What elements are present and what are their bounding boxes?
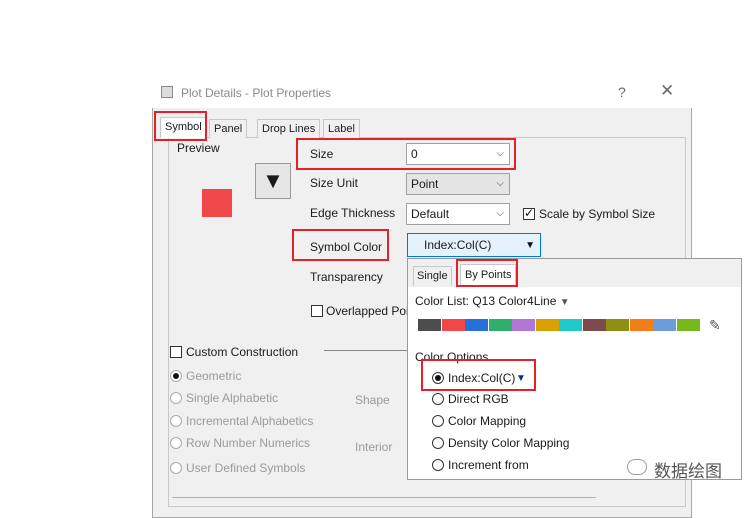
interior-label: Interior — [355, 440, 393, 454]
overlapped-points-checkbox[interactable] — [311, 305, 323, 317]
option-single-alphabetic: Single Alphabetic — [186, 391, 279, 405]
option-row-number-numerics: Row Number Numerics — [186, 436, 311, 450]
color-list-label[interactable]: Color List: Q13 Color4Line ▼ — [415, 294, 570, 308]
custom-construction-checkbox[interactable] — [170, 346, 182, 358]
pencil-icon[interactable]: ✎ — [709, 317, 721, 334]
radio-geometric[interactable] — [170, 370, 182, 382]
watermark-text: 数据绘图 — [654, 462, 722, 481]
palette-swatch[interactable] — [606, 319, 629, 331]
triangle-down-icon: ▼ — [262, 168, 284, 193]
highlight-size — [296, 138, 516, 170]
highlight-index-col-c — [421, 359, 536, 391]
palette-swatch[interactable] — [441, 319, 465, 331]
scale-by-symbol-size-checkbox[interactable] — [523, 206, 535, 220]
highlight-symbol-color — [292, 229, 389, 261]
chevron-down-icon: ⌵ — [496, 208, 504, 219]
palette-swatch[interactable] — [676, 319, 700, 331]
option-increment-from: Increment from — [448, 458, 529, 472]
palette-swatch[interactable] — [582, 319, 606, 331]
size-unit-label: Size Unit — [310, 176, 359, 190]
chevron-down-icon: ⌵ — [496, 178, 504, 189]
symbol-color-combo[interactable]: Index:Col(C) ▼ — [407, 233, 541, 257]
option-color-mapping: Color Mapping — [448, 414, 527, 428]
palette-swatch[interactable] — [629, 319, 653, 331]
color-list-text: Color List: Q13 Color4Line — [415, 294, 557, 308]
radio-single-alphabetic[interactable] — [170, 392, 182, 404]
highlight-symbol-tab — [154, 111, 207, 141]
radio-incremental-alphabetics[interactable] — [170, 415, 182, 427]
help-button[interactable]: ? — [618, 84, 626, 100]
transparency-label: Transparency — [310, 270, 383, 284]
symbol-color-value: Index:Col(C) — [424, 238, 492, 252]
option-incremental-alphabetics: Incremental Alphabetics — [186, 414, 314, 428]
preview-swatch — [202, 189, 232, 217]
radio-density-color-mapping[interactable] — [432, 437, 444, 449]
option-geometric: Geometric — [186, 369, 242, 383]
tab-panel[interactable]: Panel — [209, 119, 248, 138]
option-direct-rgb: Direct RGB — [448, 392, 509, 406]
option-user-defined-symbols: User Defined Symbols — [186, 461, 306, 475]
option-density-color-mapping: Density Color Mapping — [448, 436, 570, 450]
triangle-down-icon: ▼ — [559, 297, 570, 308]
radio-row-number-numerics[interactable] — [170, 437, 182, 449]
size-unit-value: Point — [411, 177, 439, 191]
scale-by-symbol-size-label: Scale by Symbol Size — [539, 207, 656, 221]
radio-color-mapping[interactable] — [432, 415, 444, 427]
edge-thickness-value: Default — [411, 207, 450, 221]
divider — [324, 350, 408, 351]
radio-direct-rgb[interactable] — [432, 393, 444, 405]
palette-swatch[interactable] — [488, 319, 512, 331]
palette-swatch[interactable] — [559, 319, 582, 331]
radio-increment-from[interactable] — [432, 459, 444, 471]
highlight-by-points — [456, 259, 518, 287]
radio-user-defined-symbols[interactable] — [170, 462, 182, 474]
palette-swatch[interactable] — [418, 319, 441, 331]
bottom-divider — [172, 497, 596, 498]
size-unit-combo[interactable]: Point ⌵ — [406, 173, 510, 195]
palette-swatch[interactable] — [465, 319, 488, 331]
wechat-icon — [627, 459, 647, 475]
app-icon — [161, 86, 173, 98]
preview-label: Preview — [177, 141, 220, 155]
tab-drop-lines[interactable]: Drop Lines — [257, 119, 321, 138]
triangle-down-icon: ▼ — [525, 240, 535, 251]
shape-label: Shape — [355, 393, 390, 407]
close-button[interactable]: ✕ — [660, 81, 674, 101]
palette-swatch[interactable] — [535, 319, 559, 331]
edge-thickness-label: Edge Thickness — [310, 206, 396, 220]
window-title: Plot Details - Plot Properties — [181, 86, 332, 100]
edge-thickness-combo[interactable]: Default ⌵ — [406, 203, 510, 225]
popup-tab-single[interactable]: Single — [413, 266, 452, 286]
tab-label[interactable]: Label — [323, 119, 360, 138]
custom-construction-label: Custom Construction — [186, 345, 299, 359]
palette-swatch[interactable] — [512, 319, 535, 331]
overlapped-points-label: Overlapped Poi — [326, 304, 409, 318]
palette-swatch[interactable] — [653, 319, 676, 331]
shape-picker-button[interactable]: ▼ — [255, 163, 291, 199]
